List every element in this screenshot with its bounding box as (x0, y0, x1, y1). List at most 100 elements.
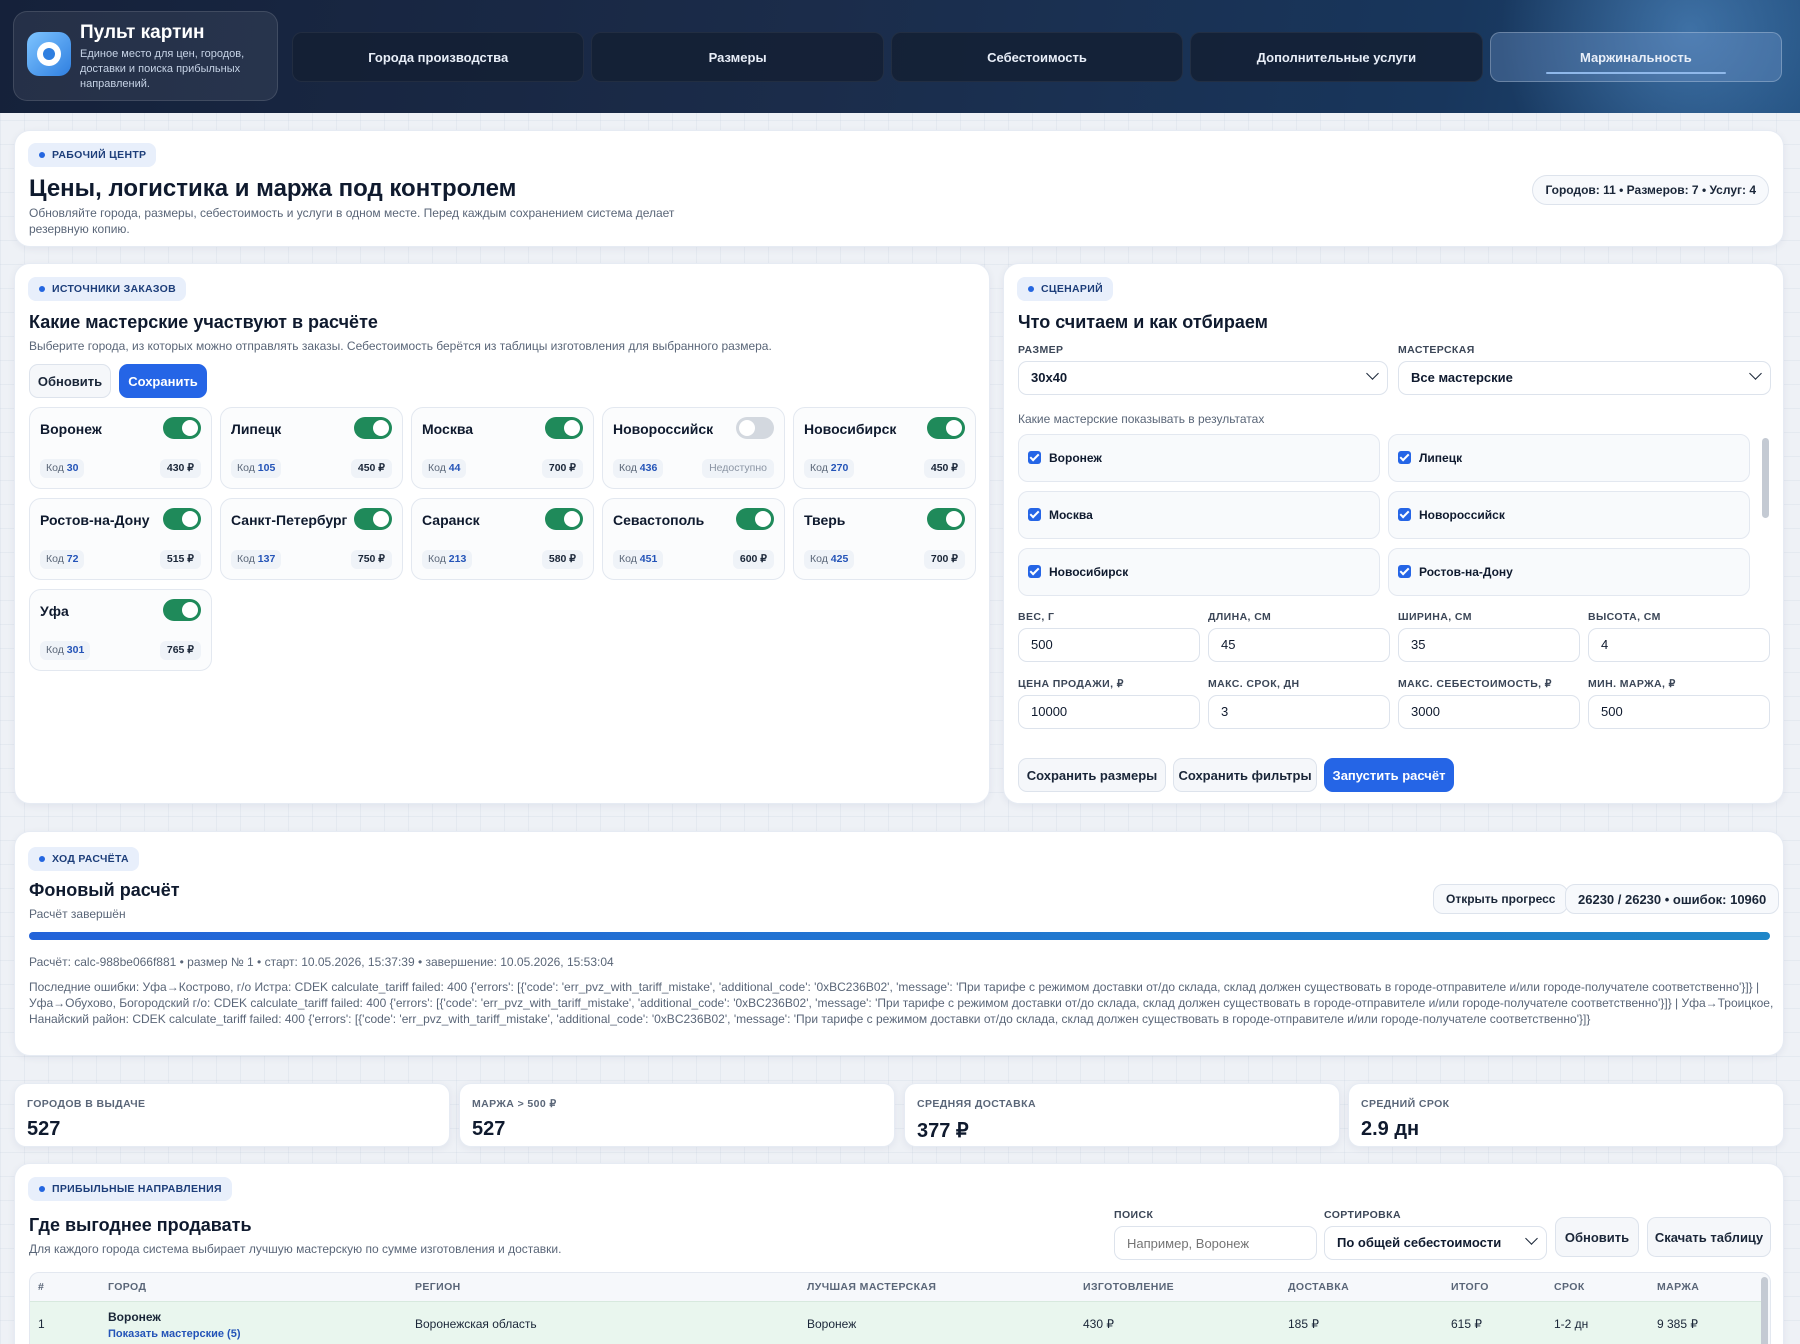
city-name: Уфа (40, 603, 69, 619)
field-input[interactable]: 500 (1018, 628, 1200, 662)
field-label: МАКС. СЕБЕСТОИМОСТЬ, ₽ (1398, 678, 1552, 690)
tab-sizes[interactable]: Размеры (591, 32, 884, 82)
field-label: ШИРИНА, СМ (1398, 611, 1472, 623)
main-tabs: Города производства Размеры Себестоимост… (292, 32, 1783, 82)
city-price: Недоступно (702, 459, 774, 478)
sources-pill: ИСТОЧНИКИ ЗАКАЗОВ (28, 277, 187, 301)
city-name: Москва (422, 421, 474, 437)
field-input[interactable]: 500 (1588, 695, 1770, 729)
size-label: РАЗМЕР (1018, 344, 1064, 356)
checklist-scrollbar[interactable] (1762, 438, 1769, 518)
city-name: Новосибирск (804, 421, 897, 437)
column-header: МАРЖА (1657, 1281, 1700, 1293)
workshop-option[interactable]: Москва (1018, 491, 1380, 539)
app-title: Пульт картин (80, 22, 205, 43)
stat-cities: ГОРОДОВ В ВЫДАЧЕ 527 (14, 1083, 450, 1147)
city-toggle[interactable] (163, 417, 201, 439)
column-header: ИЗГОТОВЛЕНИЕ (1083, 1281, 1175, 1293)
city-name: Тверь (804, 512, 846, 528)
city-price: 580 ₽ (541, 550, 583, 569)
profitable-pill: ПРИБЫЛЬНЫЕ НАПРАВЛЕНИЯ (28, 1177, 232, 1201)
sort-select[interactable]: По общей себестоимости (1324, 1226, 1547, 1260)
city-code: Код 301 (40, 641, 91, 660)
progress-pill: ХОД РАСЧЁТА (28, 847, 139, 871)
city-toggle[interactable] (545, 508, 583, 530)
workshop-option[interactable]: Липецк (1388, 434, 1750, 482)
field-input[interactable]: 3000 (1398, 695, 1580, 729)
scenario-title: Что считаем и как отбираем (1018, 312, 1268, 332)
checkbox-checked-icon[interactable] (1398, 451, 1411, 464)
tab-margin[interactable]: Маржинальность (1489, 32, 1783, 82)
progress-status: Расчёт завершён (29, 907, 126, 921)
tab-extra-services[interactable]: Дополнительные услуги (1190, 32, 1483, 82)
field-label: ЦЕНА ПРОДАЖИ, ₽ (1018, 678, 1124, 690)
city-code: Код 30 (40, 459, 85, 478)
city-toggle[interactable] (736, 508, 774, 530)
chevron-down-icon (1525, 1232, 1538, 1245)
refresh-table-button[interactable]: Обновить (1555, 1217, 1639, 1257)
checkbox-checked-icon[interactable] (1028, 508, 1041, 521)
stat-margin: МАРЖА > 500 ₽527 (459, 1083, 895, 1147)
tab-cost[interactable]: Себестоимость (890, 32, 1184, 82)
size-select[interactable]: 30x40 (1018, 361, 1388, 395)
city-toggle[interactable] (354, 508, 392, 530)
city-toggle[interactable] (927, 417, 965, 439)
open-progress-button[interactable]: Открыть прогресс (1433, 884, 1569, 914)
scenario-pill: СЦЕНАРИЙ (1017, 277, 1113, 301)
city-toggle[interactable] (736, 417, 774, 439)
search-input[interactable] (1114, 1226, 1317, 1260)
checkbox-checked-icon[interactable] (1028, 565, 1041, 578)
progress-bar-track (29, 932, 1770, 940)
row-cell: 430 ₽ (1083, 1317, 1114, 1331)
hero-summary-badge: Городов: 11 • Размеров: 7 • Услуг: 4 (1532, 175, 1769, 205)
progress-title: Фоновый расчёт (29, 880, 180, 900)
field-input[interactable]: 3 (1208, 695, 1390, 729)
workshop-option[interactable]: Новосибирск (1018, 548, 1380, 596)
workshop-select[interactable]: Все мастерские (1398, 361, 1771, 395)
city-toggle[interactable] (927, 508, 965, 530)
hero-description: Обновляйте города, размеры, себестоимост… (29, 206, 675, 236)
tab-production-cities[interactable]: Города производства (292, 32, 585, 82)
workshop-option[interactable]: Новороссийск (1388, 491, 1750, 539)
download-table-button[interactable]: Скачать таблицу (1647, 1217, 1771, 1257)
city-name: Воронеж (40, 421, 102, 437)
city-toggle[interactable] (163, 508, 201, 530)
city-toggle[interactable] (545, 417, 583, 439)
save-filters-button[interactable]: Сохранить фильтры (1173, 758, 1317, 792)
city-card: Тверь Код 425 700 ₽ (793, 498, 976, 580)
progress-errors: Последние ошибки: Уфа→Кострово, г/о Истр… (29, 980, 1774, 1026)
checkbox-checked-icon[interactable] (1398, 565, 1411, 578)
stat-avg-term: СРЕДНИЙ СРОК 2.9 дн (1348, 1083, 1784, 1147)
city-card: Москва Код 44 700 ₽ (411, 407, 594, 489)
city-name: Липецк (231, 421, 282, 437)
run-calculation-button[interactable]: Запустить расчёт (1324, 758, 1454, 792)
city-toggle[interactable] (354, 417, 392, 439)
field-input[interactable]: 35 (1398, 628, 1580, 662)
save-button[interactable]: Сохранить (119, 364, 207, 398)
workshop-label: МАСТЕРСКАЯ (1398, 344, 1475, 356)
table-row[interactable]: 1 Воронеж Показать мастерские (5) Воронежск… (30, 1301, 1764, 1344)
sort-select-value: По общей себестоимости (1337, 1235, 1502, 1250)
brand-block: Пульт картин Единое место для цен, город… (13, 11, 278, 101)
workshop-option[interactable]: Воронеж (1018, 434, 1380, 482)
save-sizes-button[interactable]: Сохранить размеры (1018, 758, 1166, 792)
field-input[interactable]: 45 (1208, 628, 1390, 662)
show-workshops-link[interactable]: Показать мастерские (5) (108, 1328, 240, 1340)
checkbox-checked-icon[interactable] (1028, 451, 1041, 464)
profitable-title: Где выгоднее продавать (29, 1215, 252, 1235)
city-toggle[interactable] (163, 599, 201, 621)
city-code: Код 436 (613, 459, 664, 478)
field-input[interactable]: 10000 (1018, 695, 1200, 729)
workshop-option[interactable]: Ростов-на-Дону (1388, 548, 1750, 596)
checkbox-checked-icon[interactable] (1398, 508, 1411, 521)
refresh-button[interactable]: Обновить (29, 364, 111, 398)
city-code: Код 105 (231, 459, 282, 478)
scenario-card: СЦЕНАРИЙ Что считаем и как отбираем РАЗМ… (1003, 263, 1784, 804)
field-input[interactable]: 4 (1588, 628, 1770, 662)
city-price: 700 ₽ (541, 459, 583, 478)
app-subtitle: Единое место для цен, городов, доставки … (80, 48, 245, 90)
column-header: ДОСТАВКА (1288, 1281, 1350, 1293)
field-label: ДЛИНА, СМ (1208, 611, 1272, 623)
app-header: Пульт картин Единое место для цен, город… (0, 0, 1800, 113)
table-scrollbar[interactable] (1761, 1277, 1768, 1344)
